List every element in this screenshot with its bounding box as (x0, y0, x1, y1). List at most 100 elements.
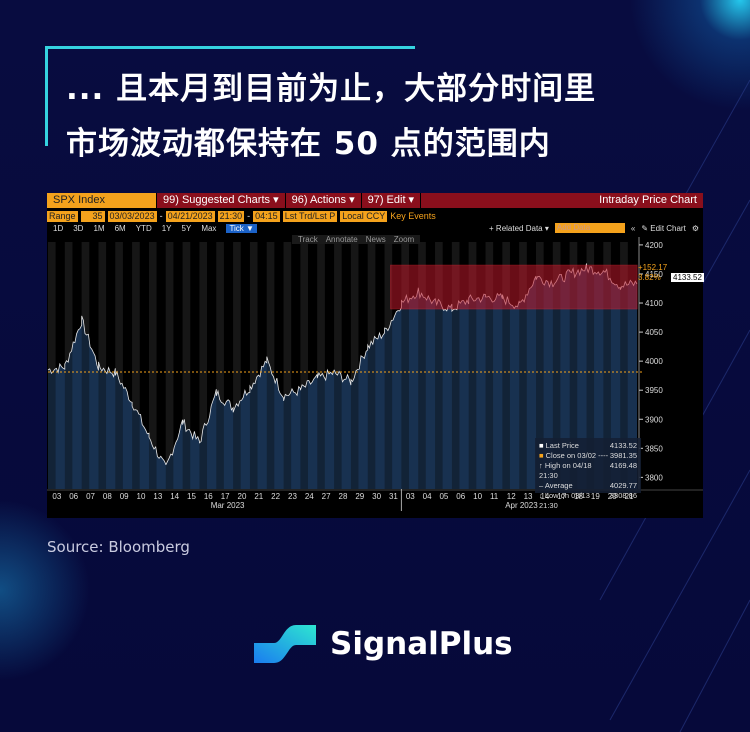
currency-select[interactable]: Local CCY (340, 210, 388, 222)
x-tick-label: 03 (52, 492, 61, 501)
headline-line-2: 市场波动都保持在 50 点的范围内 (66, 126, 551, 162)
annotate-tool[interactable]: Annotate (326, 235, 358, 244)
x-tick-label: 08 (103, 492, 112, 501)
suggested-charts-menu[interactable]: 99) Suggested Charts ▾ (157, 193, 286, 208)
period-5y[interactable]: 5Y (182, 224, 192, 233)
edit-menu[interactable]: 97) Edit ▾ (362, 193, 422, 208)
session-shade-overlay (64, 242, 73, 489)
price-type-select[interactable]: Lst Trd/Lst P (282, 210, 338, 222)
chart-options: + Related Data ▾ Add Data « ✎ Edit Chart… (489, 223, 699, 233)
legend: ■ Last Price 4133.52 ■ Close on 03/02 ---… (535, 438, 641, 510)
y-tick-label: 4000 (645, 357, 663, 366)
y-tick-label: 3850 (645, 444, 663, 453)
session-shade-overlay (350, 242, 359, 489)
collapse-icon[interactable]: « (631, 224, 635, 233)
x-tick-label: 11 (490, 492, 499, 501)
x-tick-label: 27 (322, 492, 331, 501)
period-1m[interactable]: 1M (93, 224, 104, 233)
legend-low: ↓ Low on 03/13 21:30 3808.86 (539, 491, 637, 510)
session-shade-overlay (367, 242, 376, 489)
x-tick-label: 29 (355, 492, 364, 501)
y-tick-label: 4100 (645, 299, 663, 308)
session-shade-overlay (300, 242, 309, 489)
month-label: Apr 2023 (505, 501, 538, 510)
x-tick-label: 13 (524, 492, 533, 501)
x-tick-label: 06 (69, 492, 78, 501)
session-shade-overlay (182, 242, 191, 489)
toolbar: SPX Index 99) Suggested Charts ▾ 96) Act… (47, 193, 703, 208)
key-events-checkbox[interactable]: Key Events (390, 211, 436, 221)
x-tick-label: 13 (153, 492, 162, 501)
legend-high: ↑ High on 04/18 21:30 4169.48 (539, 461, 637, 480)
x-tick-label: 23 (288, 492, 297, 501)
period-1y[interactable]: 1Y (162, 224, 172, 233)
brand-name: SignalPlus (330, 626, 513, 662)
period-max[interactable]: Max (201, 224, 216, 233)
tick-select[interactable]: Tick ▼ (226, 224, 257, 233)
session-shade-overlay (48, 242, 56, 489)
x-tick-label: 10 (137, 492, 146, 501)
session-shade-overlay (334, 242, 342, 489)
month-label: Mar 2023 (211, 501, 245, 510)
y-tick-label: 4200 (645, 241, 663, 250)
headline-line-1: ... 且本月到目前为止，大部分时间里 (66, 71, 597, 107)
x-tick-label: 05 (439, 492, 448, 501)
end-date-input[interactable]: 04/21/2023 (165, 210, 215, 222)
source-note: Source: Bloomberg (47, 538, 190, 556)
session-shade-overlay (148, 242, 157, 489)
x-tick-label: 14 (170, 492, 179, 501)
edit-chart-button[interactable]: ✎ Edit Chart (641, 224, 686, 233)
brand-logo: SignalPlus (252, 621, 513, 667)
range-label: Range (47, 210, 78, 222)
signalplus-logo-icon (254, 625, 316, 663)
x-tick-label: 12 (507, 492, 516, 501)
period-3d[interactable]: 3D (73, 224, 83, 233)
period-6m[interactable]: 6M (115, 224, 126, 233)
session-shade-overlay (199, 242, 208, 489)
add-data-input[interactable]: Add Data (554, 223, 625, 233)
related-data-menu[interactable]: + Related Data ▾ (489, 224, 549, 233)
last-price-tag: 4133.52 (671, 273, 704, 282)
x-tick-label: 07 (86, 492, 95, 501)
end-time-input[interactable]: 04:15 (253, 210, 280, 222)
gear-icon[interactable]: ⚙ (692, 224, 699, 233)
x-tick-label: 10 (473, 492, 482, 501)
news-tool[interactable]: News (366, 235, 386, 244)
x-tick-label: 09 (120, 492, 129, 501)
headline: ... 且本月到目前为止，大部分时间里 市场波动都保持在 50 点的范围内 (66, 62, 596, 172)
range-highlight-box (390, 264, 638, 310)
period-1d[interactable]: 1D (53, 224, 63, 233)
x-tick-label: 31 (389, 492, 398, 501)
x-tick-label: 20 (238, 492, 247, 501)
range-bar: Range 35 03/03/2023- 04/21/2023 21:30- 0… (47, 210, 436, 222)
start-time-input[interactable]: 21:30 (217, 210, 245, 222)
session-shade-overlay (317, 242, 325, 489)
period-ytd[interactable]: YTD (136, 224, 152, 233)
session-shade-overlay (283, 242, 292, 489)
x-tick-label: 21 (254, 492, 263, 501)
zoom-tool[interactable]: Zoom (394, 235, 414, 244)
x-tick-label: 06 (456, 492, 465, 501)
session-shade-overlay (266, 242, 275, 489)
y-tick-label: 3900 (645, 415, 663, 424)
legend-average: – Average 4029.77 (539, 481, 637, 490)
session-shade-overlay (132, 242, 140, 489)
chart-name: Intraday Price Chart (599, 194, 697, 206)
session-shade-overlay (81, 242, 90, 489)
actions-menu[interactable]: 96) Actions ▾ (286, 193, 362, 208)
range-input[interactable]: 35 (80, 210, 105, 222)
ticker-field[interactable]: SPX Index (47, 193, 157, 208)
y-tick-label: 3800 (645, 473, 663, 482)
start-date-input[interactable]: 03/03/2023 (107, 210, 157, 222)
x-tick-label: 15 (187, 492, 196, 501)
edit-chart-label: Edit Chart (650, 223, 686, 233)
bloomberg-chart: 4200 4150 4100 4050 4000 3950 3900 3850 3800 03 06… (47, 193, 704, 518)
x-tick-label: 03 (406, 492, 415, 501)
session-shade-overlay (165, 242, 174, 489)
x-tick-label: 04 (423, 492, 432, 501)
change-readout: +152.17 3.82% (638, 263, 667, 283)
change-percent: 3.82% (638, 273, 661, 282)
x-tick-label: 24 (305, 492, 314, 501)
track-tool[interactable]: Track (298, 235, 318, 244)
session-shade-overlay (249, 242, 258, 489)
